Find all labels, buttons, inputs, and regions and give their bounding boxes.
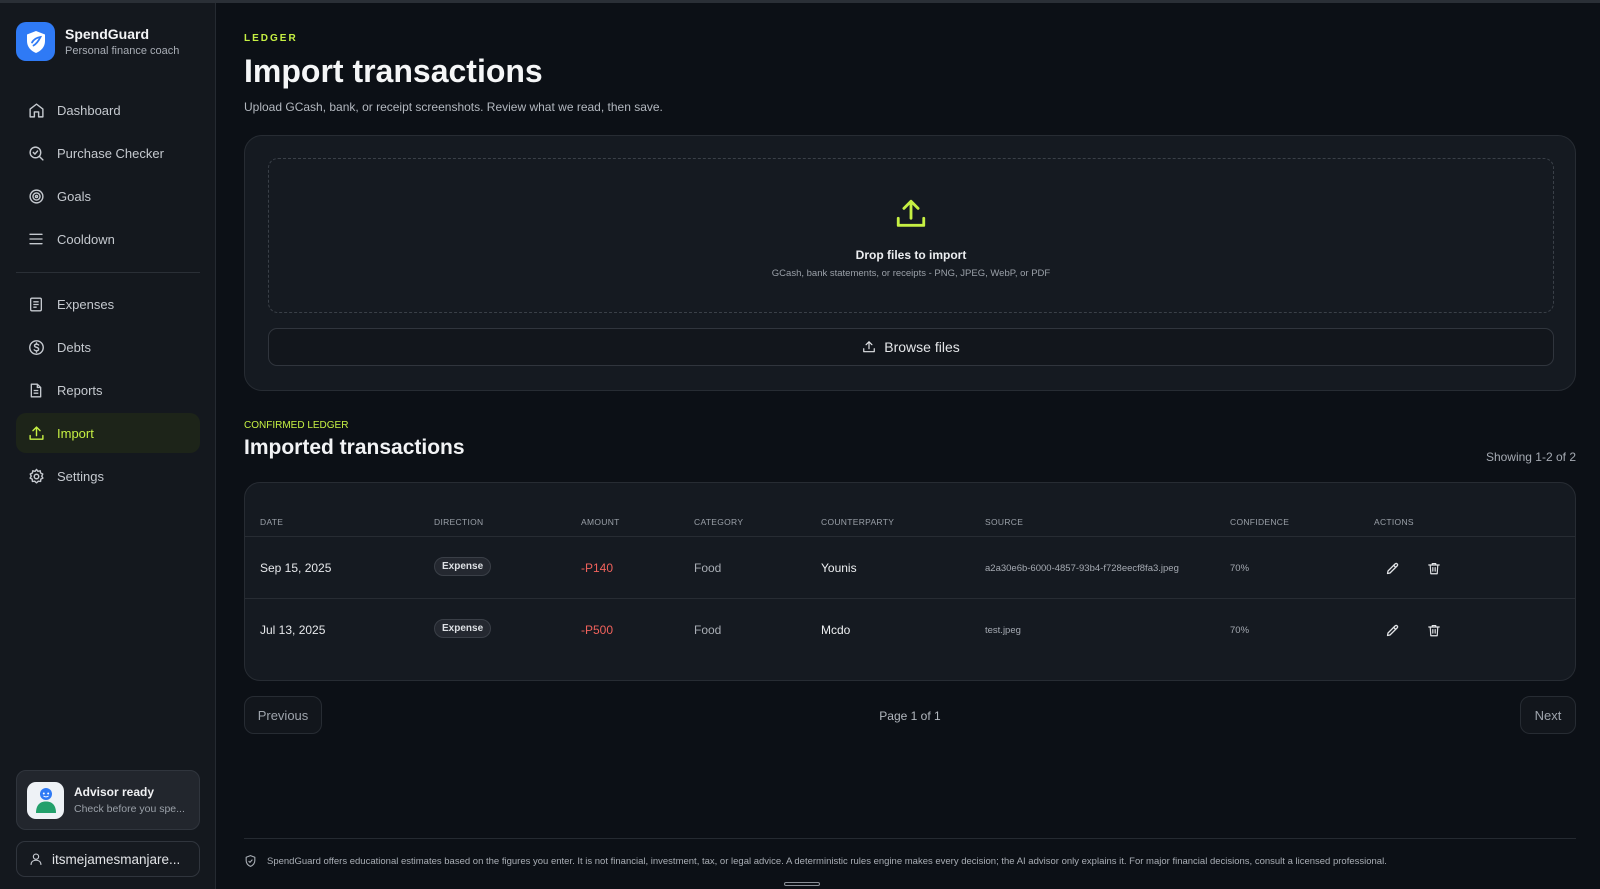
gear-icon [27,467,45,485]
file-dropzone[interactable]: Drop files to import GCash, bank stateme… [268,158,1554,313]
sidebar: SpendGuard Personal finance coach Dashbo… [0,3,216,889]
column-header-source: SOURCE [985,517,1024,527]
window-top-border [0,0,1600,3]
results-count: Showing 1-2 of 2 [1485,450,1576,464]
trash-icon[interactable] [1425,559,1443,577]
brand[interactable]: SpendGuard Personal finance coach [16,22,179,61]
sidebar-item-label: Dashboard [57,102,121,118]
dropzone-subtitle: GCash, bank statements, or receipts - PN… [771,268,1051,279]
section-eyebrow: CONFIRMED LEDGER [244,420,349,431]
menu-lines-icon [27,230,45,248]
sidebar-item-label: Expenses [57,296,115,312]
row-category: Food [694,623,722,637]
row-counterparty: Mcdo [821,623,851,637]
receipt-icon [27,295,45,313]
column-header-confidence: CONFIDENCE [1230,517,1290,527]
upload-card: Drop files to import GCash, bank stateme… [244,135,1576,391]
row-counterparty: Younis [821,561,857,575]
sidebar-item-label: Import [57,425,94,441]
footer-divider [244,838,1576,839]
brand-tagline: Personal finance coach [65,45,180,57]
table-header: DATE DIRECTION AMOUNT CATEGORY COUNTERPA… [245,483,1575,537]
sidebar-item-label: Purchase Checker [57,145,164,161]
sidebar-item-label: Settings [57,468,104,484]
trash-icon[interactable] [1425,621,1443,639]
secondary-nav: Expenses Debts Reports Import Settings [16,284,200,499]
page-title: Import transactions [244,53,543,89]
table-row: Sep 15, 2025 Expense -P140 Food Younis a… [245,537,1575,599]
user-icon [29,852,43,866]
disclaimer: SpendGuard offers educational estimates … [244,854,1387,868]
browse-files-button[interactable]: Browse files [268,328,1554,366]
column-header-date: DATE [260,517,284,527]
shield-check-icon [244,854,257,868]
row-amount: -P500 [581,623,614,637]
page-eyebrow: LEDGER [244,33,298,44]
page-indicator: Page 1 of 1 [879,709,941,723]
sidebar-item-label: Debts [57,339,91,355]
target-icon [27,187,45,205]
advisor-card[interactable]: Advisor ready Check before you spe... [16,770,200,830]
table-row: Jul 13, 2025 Expense -P500 Food Mcdo tes… [245,599,1575,661]
sidebar-item-expenses[interactable]: Expenses [16,284,200,324]
document-icon [27,381,45,399]
sidebar-divider [16,272,200,273]
magnifier-check-icon [27,144,45,162]
advisor-avatar-icon [27,781,64,819]
edit-pencil-icon[interactable] [1383,621,1401,639]
transactions-table: DATE DIRECTION AMOUNT CATEGORY COUNTERPA… [244,482,1576,681]
primary-nav: Dashboard Purchase Checker Goals Cooldow… [16,90,200,262]
dropzone-title: Drop files to import [855,248,967,262]
sidebar-item-goals[interactable]: Goals [16,176,200,216]
row-source: a2a30e6b-6000-4857-93b4-f728eecf8fa3.jpe… [985,563,1179,574]
browse-files-label: Browse files [884,339,960,355]
column-header-category: CATEGORY [694,517,744,527]
row-date: Jul 13, 2025 [260,623,326,637]
row-amount: -P140 [581,561,614,575]
column-header-counterparty: COUNTERPARTY [821,517,895,527]
upload-icon [894,197,928,236]
row-source: test.jpeg [985,625,1021,636]
row-confidence: 70% [1230,625,1250,636]
direction-badge: Expense [434,619,492,638]
row-date: Sep 15, 2025 [260,561,332,575]
sidebar-item-label: Reports [57,382,103,398]
advisor-subtitle: Check before you spe... [74,803,185,815]
shield-logo-icon [16,22,55,61]
column-header-actions: ACTIONS [1374,517,1414,527]
upload-icon [862,340,876,354]
page-subtitle: Upload GCash, bank, or receipt screensho… [244,100,663,114]
sidebar-item-purchase-checker[interactable]: Purchase Checker [16,133,200,173]
sidebar-item-dashboard[interactable]: Dashboard [16,90,200,130]
dollar-circle-icon [27,338,45,356]
column-header-amount: AMOUNT [581,517,620,527]
sidebar-item-settings[interactable]: Settings [16,456,200,496]
direction-badge: Expense [434,557,492,576]
section-title: Imported transactions [244,436,465,459]
sidebar-item-cooldown[interactable]: Cooldown [16,219,200,259]
sidebar-item-label: Goals [57,188,91,204]
user-name: itsmejamesmanjare... [52,851,181,867]
advisor-title: Advisor ready [74,785,155,799]
home-icon [27,101,45,119]
column-header-direction: DIRECTION [434,517,484,527]
edit-pencil-icon[interactable] [1383,559,1401,577]
sidebar-item-debts[interactable]: Debts [16,327,200,367]
user-menu-button[interactable]: itsmejamesmanjare... [16,841,200,877]
disclaimer-text: SpendGuard offers educational estimates … [267,855,1387,867]
sidebar-item-import[interactable]: Import [16,413,200,453]
sidebar-item-reports[interactable]: Reports [16,370,200,410]
upload-icon [27,424,45,442]
row-confidence: 70% [1230,563,1250,574]
brand-name: SpendGuard [65,26,150,42]
next-page-button[interactable]: Next [1520,696,1576,734]
sidebar-item-label: Cooldown [57,231,115,247]
bottom-drag-handle[interactable] [784,882,820,886]
row-category: Food [694,561,722,575]
